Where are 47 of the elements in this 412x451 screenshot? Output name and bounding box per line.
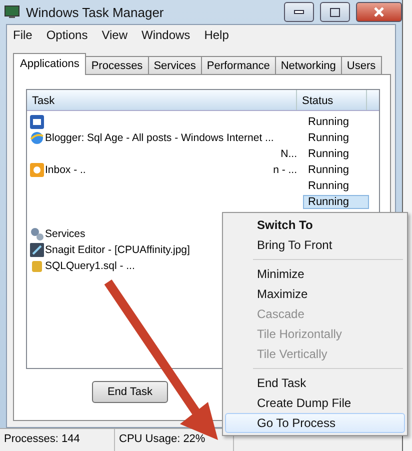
minimize-icon <box>294 10 304 14</box>
task-name: n - ... <box>273 164 298 176</box>
end-task-button[interactable]: End Task <box>92 381 168 403</box>
menu-item[interactable]: Bring To Front <box>225 235 405 255</box>
menu-item[interactable]: Maximize <box>225 284 405 304</box>
menu-item[interactable]: Options <box>46 28 88 44</box>
menu-item[interactable]: Help <box>204 28 229 44</box>
task-name: Inbox - .. <box>45 164 86 176</box>
globe-icon <box>30 131 44 145</box>
tab[interactable]: Applications <box>13 53 86 75</box>
envelope-icon <box>30 163 44 177</box>
maximize-button[interactable] <box>320 2 350 22</box>
column-header[interactable]: Task <box>27 90 297 110</box>
status-text: Running <box>307 163 350 177</box>
minimize-button[interactable] <box>284 2 314 22</box>
task-name: Services <box>45 228 86 240</box>
tab[interactable]: Users <box>340 56 382 75</box>
task-name: SQLQuery1.sql - ... <box>45 260 135 272</box>
menu-item[interactable]: Switch To <box>225 215 405 235</box>
column-header[interactable]: Status <box>297 90 367 110</box>
status-text: Running <box>307 115 350 129</box>
menu-item[interactable]: Minimize <box>225 264 405 284</box>
status-text: Running <box>303 195 369 209</box>
maximize-icon <box>330 8 340 16</box>
menu-item[interactable]: View <box>102 28 128 44</box>
monitor-icon <box>4 5 20 19</box>
document-icon <box>30 115 44 129</box>
task-name: N... <box>280 148 298 160</box>
status-bar-text: Processes: 144 <box>0 429 115 451</box>
status-text: Running <box>307 131 350 145</box>
menu-item[interactable]: Create Dump File <box>225 393 405 413</box>
window-title: Windows Task Manager <box>26 4 165 20</box>
status-text: Running <box>307 179 350 193</box>
application-icon <box>30 243 44 257</box>
tab[interactable]: Performance <box>200 56 276 75</box>
tab[interactable]: Services <box>148 56 202 75</box>
status-text: Running <box>307 147 350 161</box>
close-icon <box>374 7 384 17</box>
tab[interactable]: Networking <box>274 56 342 75</box>
close-button[interactable] <box>356 2 402 22</box>
menu-item[interactable]: Go To Process <box>225 413 405 433</box>
task-name: Blogger: Sql Age - All posts - Windows Internet ... <box>45 132 274 144</box>
tab[interactable]: Processes <box>85 56 149 75</box>
menu-item[interactable]: End Task <box>225 373 405 393</box>
menu-item[interactable]: Windows <box>142 28 190 44</box>
menu-item[interactable]: File <box>13 28 32 44</box>
task-name: Snagit Editor - [CPUAffinity.jpg] <box>45 244 190 256</box>
